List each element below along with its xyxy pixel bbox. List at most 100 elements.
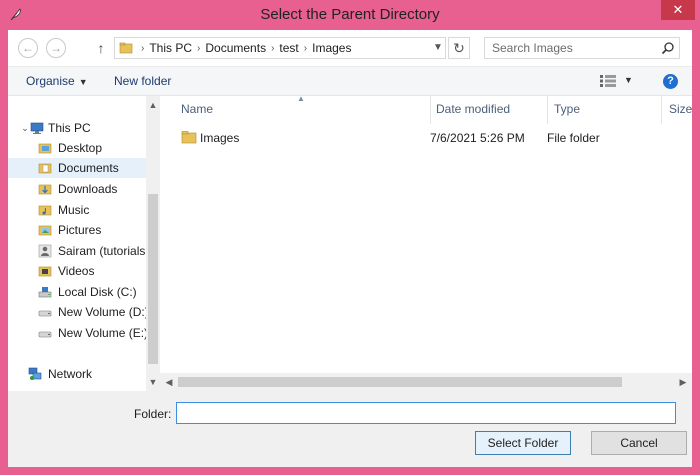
scroll-up-icon[interactable]: ▲	[146, 98, 160, 112]
drive-icon	[38, 331, 52, 338]
folder-icon	[38, 184, 52, 195]
nav-item-music[interactable]: Music	[8, 200, 146, 220]
folder-icon	[38, 163, 52, 174]
search-input[interactable]	[485, 38, 660, 58]
organise-menu[interactable]: Organise ▼	[26, 74, 88, 88]
nav-label: This PC	[48, 121, 91, 135]
dialog-client: ← → ↑ › This PC › Documents › test › Ima…	[8, 30, 692, 467]
nav-scrollbar[interactable]: ▲ ▼	[146, 96, 160, 391]
column-header-date[interactable]: Date modified	[436, 102, 510, 116]
folder-icon	[38, 143, 52, 154]
arrow-left-icon: ←	[22, 41, 34, 55]
folder-icon	[181, 131, 197, 144]
file-date: 7/6/2021 5:26 PM	[430, 131, 525, 145]
chevron-right-icon: ›	[197, 42, 201, 54]
folder-label: Folder:	[134, 407, 172, 421]
cancel-button[interactable]: Cancel	[591, 431, 687, 455]
nav-label: New Volume (D:)	[58, 305, 149, 319]
nav-item-desktop[interactable]: Desktop	[8, 138, 146, 158]
chevron-right-icon: ›	[303, 42, 308, 54]
nav-item-user[interactable]: Sairam (tutorialsp	[8, 241, 146, 261]
search-box	[484, 37, 680, 59]
nav-item-local-disk-c[interactable]: Local Disk (C:)	[8, 282, 146, 302]
help-icon[interactable]: ?	[663, 74, 678, 89]
view-list-icon[interactable]	[600, 75, 616, 87]
nav-label: Pictures	[58, 223, 102, 237]
breadcrumb: › This PC › Documents › test › Images	[115, 38, 354, 58]
column-header-type[interactable]: Type	[554, 102, 580, 116]
network-icon	[28, 367, 42, 380]
arrow-right-icon: →	[50, 41, 62, 55]
folder-icon	[38, 266, 52, 277]
nav-label: Desktop	[58, 141, 103, 155]
arrow-up-icon: ↑	[97, 40, 105, 56]
chevron-right-icon: ›	[141, 42, 145, 54]
breadcrumb-documents[interactable]: Documents	[202, 41, 269, 55]
horizontal-scrollbar-thumb[interactable]	[178, 377, 622, 387]
select-folder-button[interactable]: Select Folder	[475, 431, 571, 455]
nav-label: Sairam (tutorialsp	[58, 244, 146, 258]
nav-label: Local Disk (C:)	[58, 285, 137, 299]
dialog-window: Select the Parent Directory ✕ ← → ↑ › Th…	[0, 0, 700, 475]
breadcrumb-images[interactable]: Images	[309, 41, 354, 55]
column-divider[interactable]	[547, 96, 548, 124]
nav-item-pictures[interactable]: Pictures	[8, 220, 146, 240]
folder-icon	[119, 42, 133, 54]
nav-label: Music	[58, 203, 90, 217]
navigation-pane: ⌄ This PC Desktop Documents Downloads Mu…	[8, 96, 160, 391]
computer-icon	[30, 122, 44, 134]
window-title: Select the Parent Directory	[260, 6, 440, 23]
folder-input[interactable]	[176, 402, 676, 424]
column-divider[interactable]	[430, 96, 431, 124]
nav-label: Downloads	[58, 182, 118, 196]
back-button[interactable]: ←	[18, 38, 38, 58]
nav-item-volume-d[interactable]: New Volume (D:)	[8, 302, 149, 322]
file-name: Images	[200, 131, 240, 145]
address-bar[interactable]: › This PC › Documents › test › Images ▼	[114, 37, 446, 59]
sort-ascending-icon: ▲	[297, 94, 305, 103]
nav-label: Documents	[58, 161, 119, 175]
drive-icon	[38, 310, 52, 317]
column-header-size[interactable]: Size	[669, 102, 692, 116]
table-row[interactable]: Images 7/6/2021 5:26 PM File folder	[174, 126, 684, 148]
caret-down-icon: ▼	[78, 77, 88, 87]
search-icon[interactable]	[661, 41, 675, 55]
file-list-horizontal-scrollbar[interactable]: ◀ ▶	[160, 373, 692, 391]
nav-item-documents[interactable]: Documents	[8, 158, 146, 178]
chevron-right-icon: ›	[271, 42, 275, 54]
breadcrumb-this-pc[interactable]: This PC	[146, 41, 195, 55]
up-button[interactable]: ↑	[94, 38, 108, 58]
column-divider[interactable]	[661, 96, 662, 124]
refresh-button[interactable]: ↻	[448, 37, 470, 59]
nav-item-videos[interactable]: Videos	[8, 261, 146, 281]
nav-item-network[interactable]: Network	[8, 364, 146, 384]
breadcrumb-test[interactable]: test	[276, 41, 301, 55]
close-button[interactable]: ✕	[661, 0, 695, 20]
file-list: ▲ Name Date modified Type Size Images 7/…	[160, 94, 692, 391]
forward-button[interactable]: →	[46, 38, 66, 58]
nav-label: Network	[48, 367, 93, 381]
scroll-down-icon[interactable]: ▼	[146, 375, 160, 389]
new-folder-button[interactable]: New folder	[114, 74, 171, 88]
nav-scrollbar-thumb[interactable]	[148, 194, 158, 364]
nav-item-volume-e[interactable]: New Volume (E:)	[8, 323, 149, 343]
dialog-footer: Folder: Select Folder Cancel	[8, 391, 692, 467]
scroll-left-icon[interactable]: ◀	[162, 375, 176, 389]
title-bar[interactable]: Select the Parent Directory ✕	[0, 0, 700, 30]
folder-icon	[38, 225, 52, 236]
view-options-caret-icon[interactable]: ▼	[624, 75, 633, 85]
address-dropdown-button[interactable]: ▼	[431, 38, 445, 58]
command-bar: Organise ▼ New folder ▼ ?	[8, 66, 692, 96]
organise-label: Organise	[26, 74, 75, 88]
nav-item-downloads[interactable]: Downloads	[8, 179, 146, 199]
scroll-right-icon[interactable]: ▶	[676, 375, 690, 389]
folder-icon	[38, 205, 52, 216]
chevron-down-icon: ▼	[433, 42, 443, 53]
nav-label: New Volume (E:)	[58, 326, 149, 340]
column-header-name[interactable]: Name	[181, 102, 213, 116]
address-row: ← → ↑ › This PC › Documents › test › Ima…	[8, 30, 692, 66]
user-icon	[38, 244, 52, 258]
drive-icon	[38, 287, 52, 298]
nav-item-this-pc[interactable]: ⌄ This PC	[8, 118, 146, 138]
refresh-icon: ↻	[453, 40, 465, 56]
